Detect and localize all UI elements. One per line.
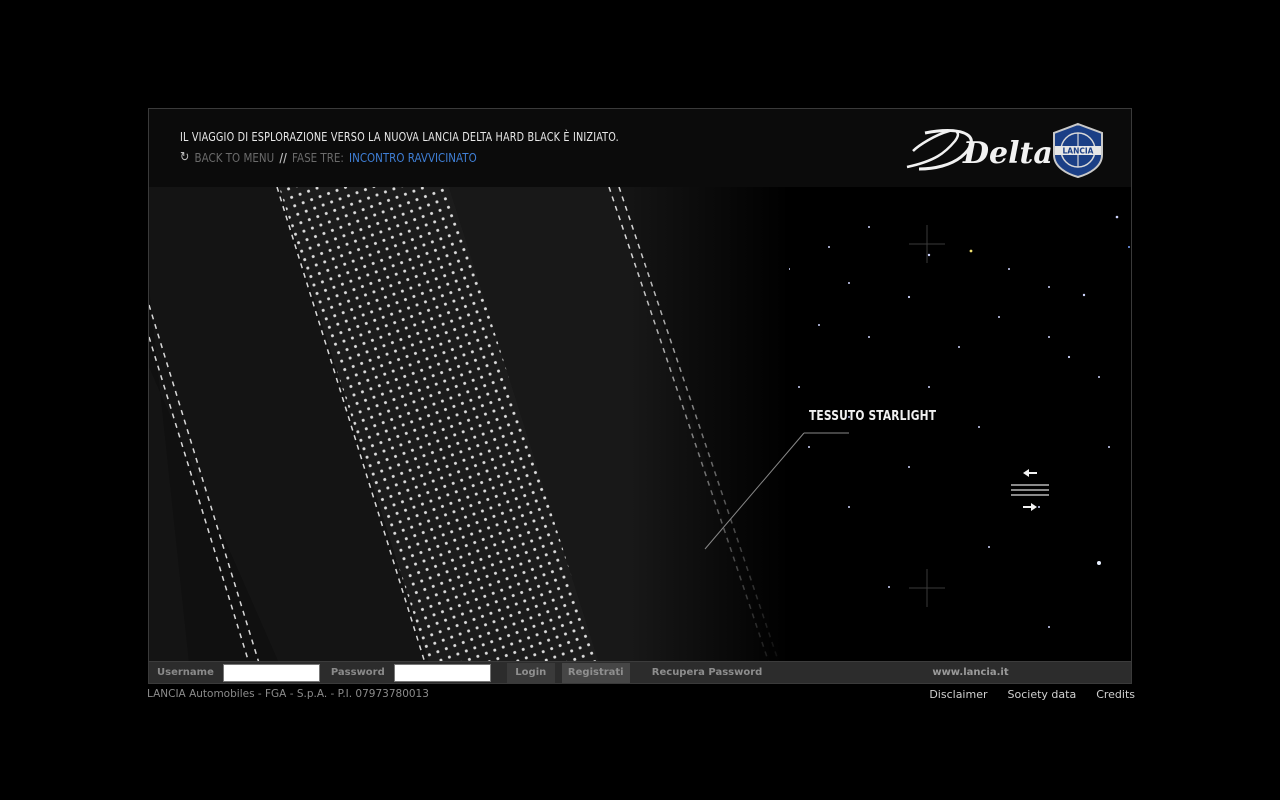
login-button[interactable]: Login — [506, 662, 555, 683]
page-headline: IL VIAGGIO DI ESPLORAZIONE VERSO LA NUOV… — [180, 129, 619, 144]
username-input[interactable] — [222, 663, 320, 682]
lancia-badge-icon[interactable]: LANCIA — [1049, 121, 1107, 179]
username-label: Username — [157, 667, 214, 678]
callout-line — [704, 432, 849, 550]
header-bar: IL VIAGGIO DI ESPLORAZIONE VERSO LA NUOV… — [149, 109, 1131, 187]
society-data-link[interactable]: Society data — [1008, 688, 1077, 701]
footer-links: Disclaimer Society data Credits — [929, 688, 1135, 701]
swap-arrows-icon[interactable] — [1009, 467, 1051, 513]
back-refresh-icon[interactable]: ↻ — [180, 150, 189, 165]
delta-logo: Delta — [906, 129, 1053, 171]
breadcrumb: ↻ BACK TO MENU // FASE TRE: INCONTRO RAV… — [180, 150, 477, 165]
password-input[interactable] — [393, 663, 491, 682]
main-frame: IL VIAGGIO DI ESPLORAZIONE VERSO LA NUOV… — [148, 108, 1132, 684]
credits-link[interactable]: Credits — [1096, 688, 1135, 701]
lancia-site-link[interactable]: www.lancia.it — [932, 667, 1008, 678]
phase-name: INCONTRO RAVVICINATO — [349, 150, 477, 165]
back-to-menu-link[interactable]: BACK TO MENU — [195, 151, 275, 165]
delta-logo-text: Delta — [962, 136, 1053, 171]
disclaimer-link[interactable]: Disclaimer — [929, 688, 987, 701]
phase-label: FASE TRE: — [292, 150, 344, 165]
scene-viewport[interactable]: TESSUTO STARLIGHT — [149, 187, 1131, 663]
breadcrumb-separator: // — [279, 150, 287, 165]
recover-password-link[interactable]: Recupera Password — [652, 667, 763, 678]
password-label: Password — [330, 667, 385, 678]
company-info: LANCIA Automobiles - FGA - S.p.A. - P.I.… — [147, 688, 429, 700]
tessuto-starlight-label[interactable]: TESSUTO STARLIGHT — [809, 409, 936, 424]
login-bar: Username Password Login Registrati Recup… — [149, 661, 1131, 683]
register-button[interactable]: Registrati — [561, 662, 630, 683]
badge-text: LANCIA — [1063, 147, 1094, 156]
